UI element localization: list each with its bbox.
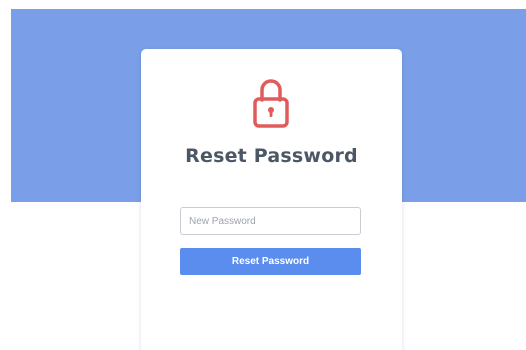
- page: Reset Password Reset Password: [0, 0, 526, 350]
- reset-password-button[interactable]: Reset Password: [180, 248, 361, 275]
- new-password-input[interactable]: [180, 207, 361, 235]
- lock-icon: [253, 75, 289, 129]
- page-title: Reset Password: [185, 145, 358, 167]
- reset-password-card: Reset Password Reset Password: [141, 49, 402, 350]
